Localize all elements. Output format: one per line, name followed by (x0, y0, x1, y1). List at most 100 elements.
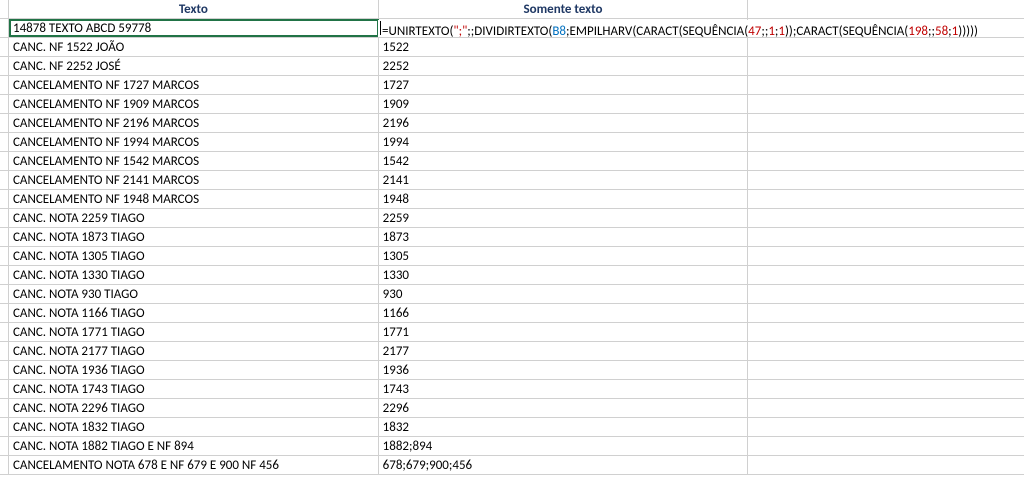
cell-texto[interactable]: CANC. NOTA 1166 TIAGO (9, 304, 379, 322)
table-row: CANCELAMENTO NF 2196 MARCOS2196 (0, 114, 1024, 133)
cell-extra[interactable] (748, 285, 1024, 303)
cell-texto[interactable]: CANC. NOTA 1743 TIAGO (9, 380, 379, 398)
cell-texto[interactable]: CANC. NOTA 2177 TIAGO (9, 342, 379, 360)
cell-texto[interactable]: CANC. NOTA 2296 TIAGO (9, 399, 379, 417)
cell-somente[interactable]: 2296 (379, 399, 749, 417)
cell-extra[interactable] (748, 171, 1024, 189)
cell-extra[interactable] (748, 456, 1024, 474)
cell-extra[interactable] (748, 437, 1024, 455)
gutter-cell (0, 76, 9, 94)
cell-texto[interactable]: CANC. NOTA 1771 TIAGO (9, 323, 379, 341)
cell-extra[interactable] (748, 38, 1024, 56)
header-extra (748, 0, 1024, 18)
cell-texto[interactable]: CANCELAMENTO NF 2141 MARCOS (9, 171, 379, 189)
formula-editor[interactable]: = UNIRTEXTO ( ";" ;; DIVIDIRTEXTO ( B8 ;… (378, 20, 980, 38)
cell-texto[interactable]: CANCELAMENTO NF 1948 MARCOS (9, 190, 379, 208)
cell-somente[interactable]: 2252 (379, 57, 749, 75)
cell-somente[interactable]: 1873 (379, 228, 749, 246)
cell-extra[interactable] (748, 76, 1024, 94)
header-somente[interactable]: Somente texto (379, 0, 749, 18)
table-row: CANCELAMENTO NF 1994 MARCOS1994 (0, 133, 1024, 152)
cell-somente[interactable]: 1305 (379, 247, 749, 265)
cell-extra[interactable] (748, 152, 1024, 170)
cell-somente[interactable]: 1166 (379, 304, 749, 322)
cell-texto[interactable]: CANC. NOTA 930 TIAGO (9, 285, 379, 303)
cell-somente[interactable]: 1727 (379, 76, 749, 94)
gutter-cell (0, 304, 9, 322)
cell-somente[interactable]: 1994 (379, 133, 749, 151)
cell-extra[interactable] (748, 399, 1024, 417)
gutter-cell (0, 133, 9, 151)
table-row: CANC. NOTA 1882 TIAGO E NF 8941882;894 (0, 437, 1024, 456)
table-row: CANCELAMENTO NOTA 678 E NF 679 E 900 NF … (0, 456, 1024, 475)
cell-texto[interactable]: CANC. NOTA 1936 TIAGO (9, 361, 379, 379)
cell-texto[interactable]: CANC. NOTA 1305 TIAGO (9, 247, 379, 265)
cell-somente[interactable]: 1330 (379, 266, 749, 284)
cell-extra[interactable] (748, 228, 1024, 246)
cell-extra[interactable] (748, 304, 1024, 322)
table-row: CANC. NF 1522 JOÃO1522 (0, 38, 1024, 57)
cell-extra[interactable] (748, 323, 1024, 341)
cell-somente[interactable]: 1542 (379, 152, 749, 170)
cell-somente[interactable]: 1832 (379, 418, 749, 436)
cell-somente[interactable]: 2141 (379, 171, 749, 189)
cell-extra[interactable] (748, 418, 1024, 436)
cell-somente[interactable]: 1936 (379, 361, 749, 379)
cell-extra[interactable] (748, 209, 1024, 227)
cell-texto[interactable]: CANC. NOTA 1882 TIAGO E NF 894 (9, 437, 379, 455)
cell-somente[interactable]: 1882;894 (379, 437, 749, 455)
cell-somente[interactable]: 2196 (379, 114, 749, 132)
table-row: CANC. NOTA 930 TIAGO930 (0, 285, 1024, 304)
cell-extra[interactable] (748, 361, 1024, 379)
cell-extra[interactable] (748, 114, 1024, 132)
formula-fn: EMPILHARV (570, 24, 633, 39)
cell-extra[interactable] (748, 266, 1024, 284)
spreadsheet-grid[interactable]: Texto Somente texto 14878 TEXTO ABCD 597… (0, 0, 1024, 475)
cell-texto[interactable]: CANC. NF 1522 JOÃO (9, 38, 379, 56)
cell-extra[interactable] (748, 380, 1024, 398)
table-row: CANCELAMENTO NF 1727 MARCOS1727 (0, 76, 1024, 95)
cell-texto[interactable]: CANCELAMENTO NF 1994 MARCOS (9, 133, 379, 151)
table-row: CANC. NOTA 2177 TIAGO2177 (0, 342, 1024, 361)
formula-number: 1 (778, 24, 785, 39)
cell-somente[interactable]: 678;679;900;456 (379, 456, 749, 474)
table-row: CANC. NOTA 1936 TIAGO1936 (0, 361, 1024, 380)
cell-somente[interactable]: 2177 (379, 342, 749, 360)
header-texto[interactable]: Texto (9, 0, 379, 18)
cell-somente[interactable]: 930 (379, 285, 749, 303)
cell-somente[interactable]: 1948 (379, 190, 749, 208)
formula-fn: CARACT (636, 24, 678, 39)
cell-texto[interactable]: CANC. NOTA 1330 TIAGO (9, 266, 379, 284)
formula-paren: )) (785, 24, 793, 39)
cell-extra[interactable] (748, 95, 1024, 113)
cell-extra[interactable] (748, 190, 1024, 208)
cell-texto[interactable]: 14878 TEXTO ABCD 59778 (9, 19, 379, 37)
table-row: CANCELAMENTO NF 2141 MARCOS2141 (0, 171, 1024, 190)
formula-fn: CARACT (796, 24, 838, 39)
cell-somente[interactable]: 2259 (379, 209, 749, 227)
gutter-cell (0, 0, 9, 18)
gutter-cell (0, 247, 9, 265)
cell-texto[interactable]: CANCELAMENTO NF 1909 MARCOS (9, 95, 379, 113)
cell-somente[interactable]: 1743 (379, 380, 749, 398)
cell-somente[interactable]: 1909 (379, 95, 749, 113)
cell-texto[interactable]: CANC. NOTA 1832 TIAGO (9, 418, 379, 436)
cell-somente[interactable]: 1522 (379, 38, 749, 56)
gutter-cell (0, 380, 9, 398)
cell-texto[interactable]: CANCELAMENTO NF 2196 MARCOS (9, 114, 379, 132)
gutter-cell (0, 114, 9, 132)
cell-extra[interactable] (748, 247, 1024, 265)
cell-texto[interactable]: CANC. NOTA 1873 TIAGO (9, 228, 379, 246)
cell-texto[interactable]: CANCELAMENTO NOTA 678 E NF 679 E 900 NF … (9, 456, 379, 474)
cell-extra[interactable] (748, 133, 1024, 151)
cell-extra[interactable] (748, 342, 1024, 360)
cell-extra[interactable] (748, 57, 1024, 75)
gutter-cell (0, 19, 9, 37)
formula-fn: SEQUÊNCIA (843, 24, 905, 39)
cell-texto[interactable]: CANC. NOTA 2259 TIAGO (9, 209, 379, 227)
cell-somente[interactable]: 1771 (379, 323, 749, 341)
table-row: CANC. NF 2252 JOSÉ2252 (0, 57, 1024, 76)
cell-texto[interactable]: CANCELAMENTO NF 1542 MARCOS (9, 152, 379, 170)
cell-texto[interactable]: CANC. NF 2252 JOSÉ (9, 57, 379, 75)
cell-texto[interactable]: CANCELAMENTO NF 1727 MARCOS (9, 76, 379, 94)
